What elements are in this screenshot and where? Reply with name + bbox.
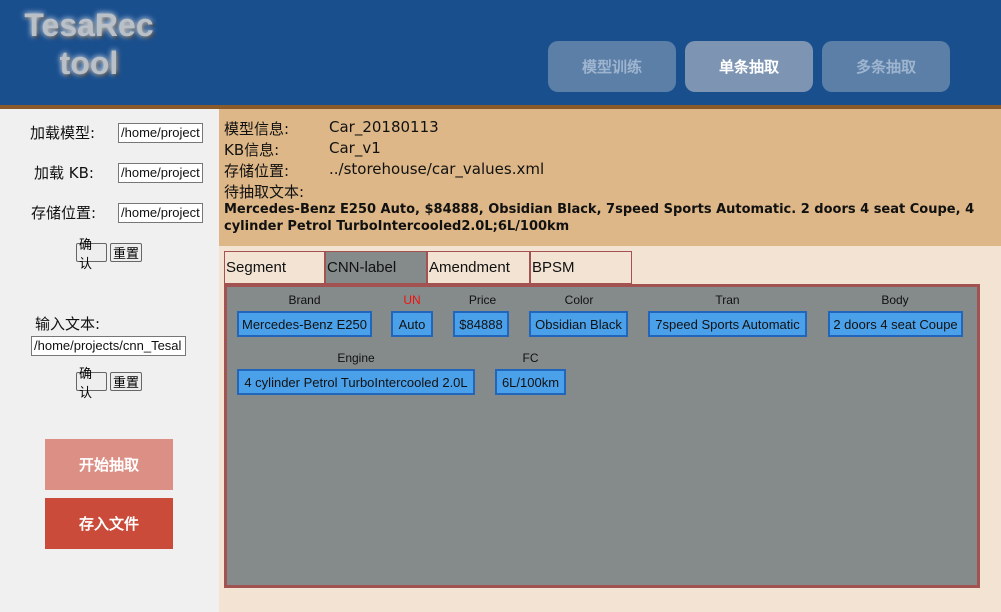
result-area: Segment CNN-label Amendment BPSM Brand M…	[219, 246, 1001, 612]
price-chip[interactable]: $84888	[453, 311, 509, 337]
nav-model-training-button[interactable]: 模型训练	[548, 41, 676, 92]
body-chip[interactable]: 2 doors 4 seat Coupe	[828, 311, 963, 337]
pending-text-value: Mercedes-Benz E250 Auto, $84888, Obsidia…	[224, 202, 975, 234]
load-kb-input[interactable]: /home/project	[118, 163, 203, 183]
kb-info-value: Car_v1	[329, 139, 381, 157]
kb-info-label: KB信息:	[224, 141, 280, 159]
model-info-label: 模型信息:	[224, 120, 290, 138]
model-info-value: Car_20180113	[329, 118, 439, 136]
brand-label: Brand	[288, 293, 321, 307]
app-logo: TesaRec tool	[14, 6, 164, 82]
logo-line1: TesaRec	[24, 7, 154, 43]
pending-text-label: 待抽取文本:	[224, 183, 305, 201]
tab-bpsm[interactable]: BPSM	[530, 251, 632, 284]
app-header: TesaRec tool 模型训练 单条抽取 多条抽取	[0, 0, 1001, 105]
store-path-value: ../storehouse/car_values.xml	[329, 160, 545, 178]
tab-segment[interactable]: Segment	[224, 251, 325, 284]
color-label: Color	[564, 293, 594, 307]
start-extract-button[interactable]: 开始抽取	[45, 439, 173, 490]
confirm-text-button[interactable]: 确认	[76, 367, 107, 401]
brand-chip[interactable]: Mercedes-Benz E250	[237, 311, 372, 337]
fc-label: FC	[522, 351, 539, 365]
un-label: UN	[403, 293, 421, 307]
load-model-input[interactable]: /home/project	[118, 123, 203, 143]
load-model-label: 加载模型:	[30, 124, 96, 142]
fc-chip[interactable]: 6L/100km	[495, 369, 566, 395]
engine-chip[interactable]: 4 cylinder Petrol TurboIntercooled 2.0L	[237, 369, 475, 395]
tab-cnn-label[interactable]: CNN-label	[325, 251, 427, 284]
tab-amendment[interactable]: Amendment	[427, 251, 530, 284]
confirm-button[interactable]: 确认	[76, 238, 107, 272]
nav-single-extract-button[interactable]: 单条抽取	[685, 41, 813, 92]
model-info-panel: 模型信息: Car_20180113 KB信息: Car_v1 存储位置: ..…	[219, 109, 1001, 246]
save-path-label: 存储位置:	[31, 204, 97, 222]
un-chip[interactable]: Auto	[391, 311, 433, 337]
tran-chip[interactable]: 7speed Sports Automatic	[648, 311, 807, 337]
left-panel: 加载模型: /home/project 加载 KB: /home/project…	[0, 109, 219, 612]
engine-label: Engine	[337, 351, 375, 365]
logo-line2: tool	[59, 45, 119, 81]
label-canvas: Brand Mercedes-Benz E250 UN Auto Price $…	[224, 284, 980, 588]
reset-text-button[interactable]: 重置	[110, 372, 142, 391]
color-chip[interactable]: Obsidian Black	[529, 311, 628, 337]
tran-label: Tran	[715, 293, 740, 307]
reset-button[interactable]: 重置	[110, 243, 142, 262]
nav-multi-extract-button[interactable]: 多条抽取	[822, 41, 950, 92]
load-kb-label: 加载 KB:	[34, 164, 94, 182]
save-to-file-button[interactable]: 存入文件	[45, 498, 173, 549]
input-text-label: 输入文本:	[35, 315, 101, 333]
input-text-field[interactable]: /home/projects/cnn_Tesal	[31, 336, 186, 356]
save-path-input[interactable]: /home/project	[118, 203, 203, 223]
body-label: Body	[881, 293, 909, 307]
store-path-label: 存储位置:	[224, 162, 290, 180]
price-label: Price	[468, 293, 497, 307]
